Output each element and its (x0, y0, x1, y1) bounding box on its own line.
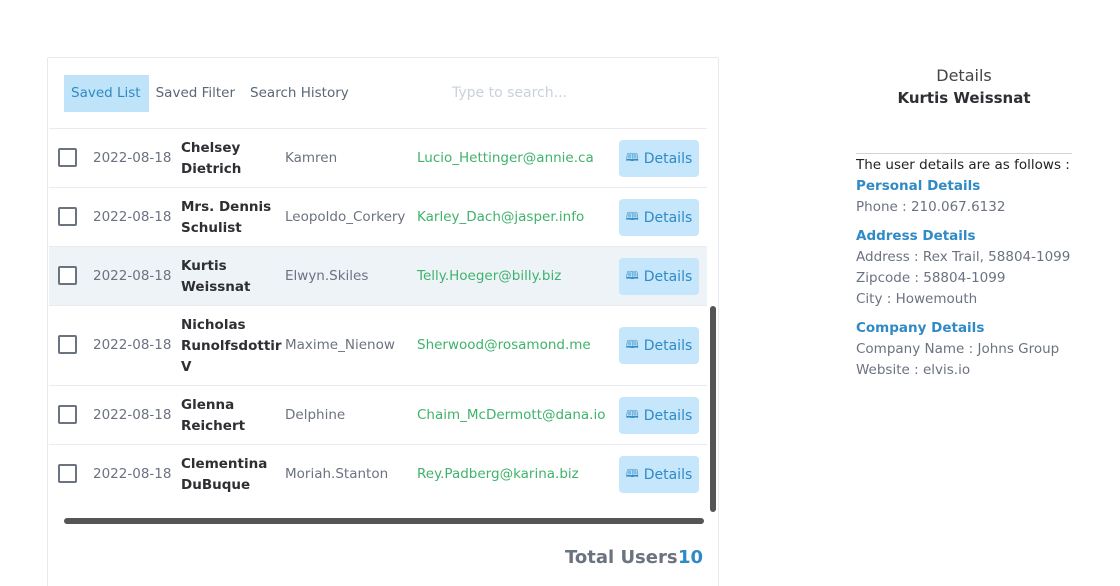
row-checkbox[interactable] (58, 405, 77, 424)
row-username: Moriah.Stanton (285, 466, 389, 482)
table-row: 2022-08-18 Kurtis Weissnat Elwyn.Skiles … (49, 246, 707, 305)
detail-user-name: Kurtis Weissnat (897, 89, 1031, 107)
total-users-label: Total Users (565, 547, 678, 568)
map-icon: 🕮 (625, 151, 639, 164)
map-icon: 🕮 (625, 338, 639, 351)
row-username: Elwyn.Skiles (285, 268, 369, 284)
row-date: 2022-08-18 (93, 150, 172, 166)
row-email[interactable]: Chaim_McDermott@dana.io (417, 407, 605, 423)
map-icon: 🕮 (625, 467, 639, 480)
row-name: Mrs. Dennis Schulist (181, 199, 272, 236)
row-name: Chelsey Dietrich (181, 140, 242, 177)
row-name: Nicholas Runolfsdottir V (181, 317, 282, 375)
details-button[interactable]: 🕮 Details (619, 327, 699, 364)
row-username: Kamren (285, 150, 338, 166)
row-name: Kurtis Weissnat (181, 258, 251, 295)
map-icon: 🕮 (625, 269, 639, 282)
map-icon: 🕮 (625, 408, 639, 421)
detail-divider (856, 153, 1072, 154)
row-email[interactable]: Sherwood@rosamond.me (417, 337, 591, 353)
table-row: 2022-08-18 Chelsey Dietrich Kamren Lucio… (49, 128, 707, 187)
tab-search-history[interactable]: Search History (243, 75, 357, 112)
details-button[interactable]: 🕮 Details (619, 258, 699, 295)
details-button[interactable]: 🕮 Details (619, 140, 699, 177)
row-email[interactable]: Lucio_Hettinger@annie.ca (417, 150, 594, 166)
detail-city: City : Howemouth (856, 291, 978, 307)
tab-saved-filter[interactable]: Saved Filter (149, 75, 243, 112)
row-username: Delphine (285, 407, 346, 423)
row-checkbox[interactable] (58, 207, 77, 226)
row-date: 2022-08-18 (93, 268, 172, 284)
row-checkbox[interactable] (58, 335, 77, 354)
details-button[interactable]: 🕮 Details (619, 397, 699, 434)
row-date: 2022-08-18 (93, 209, 172, 225)
details-button[interactable]: 🕮 Details (619, 456, 699, 493)
table-row: 2022-08-18 Clementina DuBuque Moriah.Sta… (49, 444, 707, 503)
detail-address: Address : Rex Trail, 58804-1099 (856, 249, 1071, 265)
row-checkbox[interactable] (58, 464, 77, 483)
detail-website: Website : elvis.io (856, 362, 971, 378)
row-username: Leopoldo_Corkery (285, 209, 406, 225)
tab-saved-list[interactable]: Saved List (64, 74, 149, 112)
detail-phone: Phone : 210.067.6132 (856, 199, 1006, 215)
detail-intro: The user details are as follows : (856, 157, 1070, 173)
row-date: 2022-08-18 (93, 466, 172, 482)
row-name: Clementina DuBuque (181, 456, 268, 493)
row-date: 2022-08-18 (93, 407, 172, 423)
row-checkbox[interactable] (58, 148, 77, 167)
table-row: 2022-08-18 Mrs. Dennis Schulist Leopoldo… (49, 187, 707, 246)
row-username: Maxime_Nienow (285, 337, 395, 353)
row-email[interactable]: Karley_Dach@jasper.info (417, 209, 584, 225)
company-details-title: Company Details (856, 320, 985, 336)
detail-company-name: Company Name : Johns Group (856, 341, 1060, 357)
map-icon: 🕮 (625, 210, 639, 223)
row-name: Glenna Reichert (181, 397, 246, 434)
horizontal-scrollbar[interactable] (64, 518, 704, 524)
table-row: 2022-08-18 Nicholas Runolfsdottir V Maxi… (49, 305, 707, 385)
address-details-title: Address Details (856, 228, 976, 244)
search-input[interactable] (452, 80, 662, 106)
vertical-scrollbar[interactable] (710, 306, 716, 512)
detail-heading: Details (936, 66, 992, 85)
tab-bar: Saved List Saved Filter Search History (64, 74, 357, 112)
personal-details-title: Personal Details (856, 178, 981, 194)
table-row: 2022-08-18 Glenna Reichert Delphine Chai… (49, 385, 707, 444)
total-users-count: 10 (678, 547, 704, 568)
row-date: 2022-08-18 (93, 337, 172, 353)
detail-zipcode: Zipcode : 58804-1099 (856, 270, 1006, 286)
saved-users-panel: Saved List Saved Filter Search History 2… (47, 57, 719, 586)
user-detail-panel: Details Kurtis Weissnat The user details… (856, 66, 1072, 378)
row-email[interactable]: Rey.Padberg@karina.biz (417, 466, 579, 482)
users-table: 2022-08-18 Chelsey Dietrich Kamren Lucio… (49, 128, 707, 528)
row-checkbox[interactable] (58, 266, 77, 285)
row-email[interactable]: Telly.Hoeger@billy.biz (417, 268, 561, 284)
details-button[interactable]: 🕮 Details (619, 199, 699, 236)
